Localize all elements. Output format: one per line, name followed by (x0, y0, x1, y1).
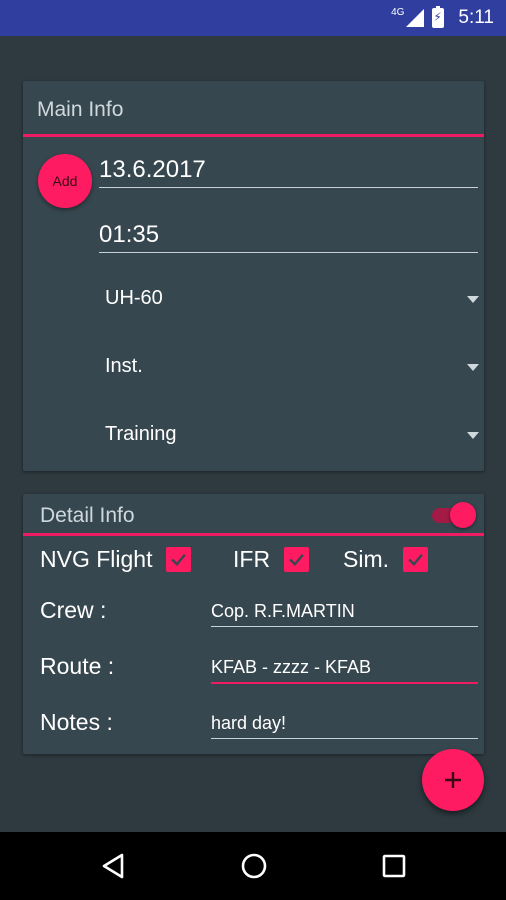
status-bar: 4G 5:11 (0, 0, 506, 36)
date-field[interactable]: 13.6.2017 (99, 156, 478, 188)
aircraft-spinner[interactable]: UH-60 (105, 287, 479, 317)
aircraft-value: UH-60 (105, 287, 163, 309)
battery-icon (432, 6, 445, 28)
crew-label: Crew : (40, 597, 107, 623)
crew-field[interactable]: Cop. R.F.MARTIN (211, 601, 478, 627)
home-button[interactable] (240, 852, 268, 880)
status-time: 5:11 (458, 7, 494, 28)
back-icon (102, 853, 124, 879)
ifr-label: IFR (233, 546, 271, 572)
dropdown-arrow-icon (467, 364, 479, 371)
dropdown-arrow-icon (467, 432, 479, 439)
signal-icon (406, 9, 425, 27)
nvg-flight-option[interactable]: NVG Flight (40, 546, 192, 573)
toggle-thumb (450, 502, 476, 528)
mission-value: Training (105, 423, 177, 445)
detail-info-title: Detail Info (23, 494, 484, 536)
network-type: 4G (391, 6, 405, 18)
check-icon (289, 553, 304, 567)
detail-info-card: Detail Info NVG Flight IFR Sim. Crew : C… (23, 494, 484, 754)
main-info-card: Main Info Add 13.6.2017 01:35 UH-60 Inst… (23, 81, 484, 471)
notes-field[interactable]: hard day! (211, 713, 478, 739)
ifr-checkbox[interactable] (284, 547, 310, 572)
navigation-bar (0, 832, 506, 900)
back-button[interactable] (100, 852, 128, 880)
recents-icon (382, 854, 406, 878)
sim-checkbox[interactable] (403, 547, 428, 572)
sim-label: Sim. (343, 546, 389, 572)
flight-options: NVG Flight IFR Sim. (40, 546, 480, 578)
sim-option[interactable]: Sim. (343, 546, 428, 573)
route-field[interactable]: KFAB - zzzz - KFAB (211, 657, 478, 684)
main-info-title: Main Info (23, 81, 484, 137)
time-field[interactable]: 01:35 (99, 221, 478, 253)
plus-icon (445, 772, 461, 788)
flight-rule-value: Inst. (105, 355, 143, 377)
nvg-flight-label: NVG Flight (40, 546, 153, 572)
nvg-flight-checkbox[interactable] (166, 547, 192, 572)
ifr-option[interactable]: IFR (233, 546, 310, 573)
recents-button[interactable] (380, 852, 408, 880)
add-entry-fab[interactable] (422, 749, 484, 811)
route-label: Route : (40, 653, 115, 679)
check-icon (171, 553, 187, 567)
add-button[interactable]: Add (38, 154, 92, 208)
flight-rule-spinner[interactable]: Inst. (105, 355, 479, 385)
notes-label: Notes : (40, 709, 113, 735)
home-icon (241, 853, 267, 879)
check-icon (408, 553, 423, 567)
detail-info-toggle[interactable] (428, 502, 478, 528)
mission-spinner[interactable]: Training (105, 423, 479, 453)
dropdown-arrow-icon (467, 296, 479, 303)
